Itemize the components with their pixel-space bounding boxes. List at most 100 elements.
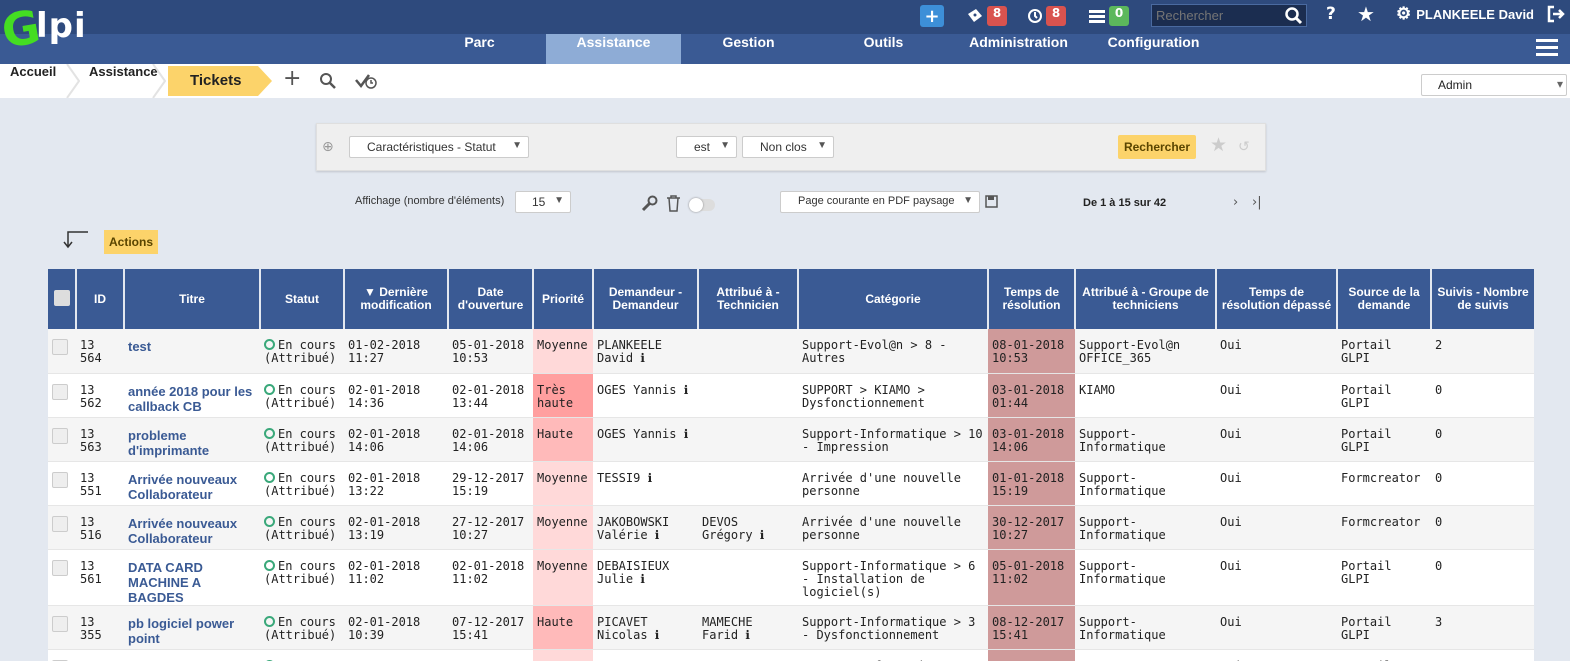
ticket-title-link[interactable]: pb logiciel power point: [124, 605, 260, 650]
row-checkbox-cell[interactable]: [48, 605, 76, 650]
row-checkbox[interactable]: [52, 559, 68, 576]
row-checkbox-cell[interactable]: [48, 549, 76, 606]
breadcrumb-assistance[interactable]: Assistance: [89, 64, 158, 96]
actions-button[interactable]: Actions: [104, 230, 158, 254]
row-checkbox-cell[interactable]: [48, 505, 76, 550]
header-opening-date[interactable]: Date d'ouverture: [447, 269, 533, 329]
table-row[interactable]: 13 563 probleme d'imprimante En cours (Att…: [48, 417, 1534, 462]
save-icon[interactable]: [985, 195, 998, 208]
star-icon[interactable]: ★: [1210, 134, 1227, 156]
technician[interactable]: MAMECHE Farid ℹ: [698, 605, 798, 650]
export-select[interactable]: Page courante en PDF paysage ▼: [780, 191, 980, 213]
table-row[interactable]: 13 307CâbleEn cours02-01-201804-12-2017M…: [48, 649, 1534, 661]
add-ticket-icon[interactable]: +: [283, 66, 301, 91]
search-button[interactable]: Rechercher: [1118, 135, 1196, 159]
validation-icon[interactable]: [355, 72, 379, 90]
technician[interactable]: [698, 373, 798, 418]
user-menu[interactable]: ⚙ PLANKEELE David: [1396, 4, 1534, 24]
reset-icon[interactable]: ↺: [1238, 139, 1250, 155]
row-checkbox[interactable]: [52, 427, 68, 444]
row-checkbox-cell[interactable]: [48, 373, 76, 418]
requester[interactable]: DEBAISIEUX Julie ℹ: [593, 549, 698, 606]
row-checkbox[interactable]: [52, 615, 68, 632]
technician[interactable]: [698, 549, 798, 606]
row-checkbox[interactable]: [52, 515, 68, 532]
requester[interactable]: OGES Yannis ℹ: [593, 417, 698, 462]
header-category[interactable]: Catégorie: [797, 269, 988, 329]
table-row[interactable]: 13 564 test En cours (Attribué) 01-02-2018 …: [48, 329, 1534, 374]
table-row[interactable]: 13 355 pb logiciel power point En cours (A…: [48, 605, 1534, 650]
last-page-icon[interactable]: ›|: [1252, 195, 1262, 210]
requester[interactable]: PICAVET Nicolas ℹ: [593, 605, 698, 650]
technician[interactable]: MAMECHE: [698, 649, 798, 661]
next-page-icon[interactable]: ›: [1233, 195, 1238, 210]
header-requester[interactable]: Demandeur - Demandeur: [592, 269, 698, 329]
search-operator-select[interactable]: est ▼: [676, 136, 737, 158]
header-technician[interactable]: Attribué à - Technicien: [697, 269, 798, 329]
nav-assistance[interactable]: Assistance: [546, 34, 681, 64]
row-checkbox-cell[interactable]: [48, 649, 76, 661]
ticket-title-link[interactable]: test: [124, 329, 260, 374]
nav-gestion[interactable]: Gestion: [681, 34, 816, 64]
ticket-title-link[interactable]: Arrivée nouveaux Collaborateur: [124, 505, 260, 550]
technician[interactable]: [698, 461, 798, 506]
toggle-switch[interactable]: [689, 198, 715, 212]
tickets-shortcut[interactable]: 8: [966, 5, 1007, 27]
requester[interactable]: JAKOBOWSKI Valérie ℹ: [593, 505, 698, 550]
requester[interactable]: PLANKEELE David ℹ: [593, 329, 698, 374]
search-field-select[interactable]: Caractéristiques - Statut ▼: [349, 136, 529, 158]
table-row[interactable]: 13 516 Arrivée nouveaux Collaborateur En c…: [48, 505, 1534, 550]
row-checkbox[interactable]: [52, 471, 68, 488]
technician[interactable]: [698, 417, 798, 462]
search-icon[interactable]: [1284, 6, 1304, 26]
wrench-icon[interactable]: [641, 195, 658, 212]
search-value-select[interactable]: Non clos ▼: [742, 136, 834, 158]
header-followups[interactable]: Suivis - Nombre de suivis: [1430, 269, 1534, 329]
header-title[interactable]: Titre: [123, 269, 260, 329]
menu-icon[interactable]: [1536, 39, 1558, 59]
table-row[interactable]: 13 562 année 2018 pour les callback CB En …: [48, 373, 1534, 418]
logout-icon[interactable]: [1547, 5, 1565, 23]
technician[interactable]: DEVOS Grégory ℹ: [698, 505, 798, 550]
ticket-title-link[interactable]: probleme d'imprimante: [124, 417, 260, 462]
ticket-title-link[interactable]: DATA CARD MACHINE A BAGDES: [124, 549, 260, 606]
breadcrumb-home[interactable]: Accueil: [10, 64, 56, 96]
row-checkbox-cell[interactable]: [48, 461, 76, 506]
requester[interactable]: WULVERYCK: [593, 649, 698, 661]
header-status[interactable]: Statut: [259, 269, 344, 329]
row-checkbox[interactable]: [52, 339, 68, 355]
table-row[interactable]: 13 551 Arrivée nouveaux Collaborateur En c…: [48, 461, 1534, 506]
header-id[interactable]: ID: [75, 269, 124, 329]
glpi-logo[interactable]: G lpi: [0, 0, 102, 59]
requester[interactable]: OGES Yannis ℹ: [593, 373, 698, 418]
header-priority[interactable]: Priorité: [532, 269, 593, 329]
header-select-all[interactable]: [48, 269, 76, 329]
header-last-modified[interactable]: ▼ Dernière modification: [343, 269, 448, 329]
header-resolution-overdue[interactable]: Temps de résolution dépassé: [1215, 269, 1337, 329]
star-icon[interactable]: ★: [1357, 2, 1375, 26]
header-source[interactable]: Source de la demande: [1336, 269, 1431, 329]
header-resolution-time[interactable]: Temps de résolution: [987, 269, 1075, 329]
add-icon[interactable]: +: [920, 5, 944, 27]
nav-outils[interactable]: Outils: [816, 34, 951, 64]
profile-select[interactable]: Admin: [1421, 74, 1567, 96]
search-icon[interactable]: [319, 72, 337, 90]
header-tech-group[interactable]: Attribué à - Groupe de techniciens: [1074, 269, 1216, 329]
requester[interactable]: TESSI9 ℹ: [593, 461, 698, 506]
lists-shortcut[interactable]: 0: [1088, 5, 1129, 27]
row-checkbox-cell[interactable]: [48, 329, 76, 374]
ticket-title-link[interactable]: année 2018 pour les callback CB: [124, 373, 260, 418]
technician[interactable]: [698, 329, 798, 374]
ticket-title-link[interactable]: Câble: [124, 649, 260, 661]
select-all-checkbox[interactable]: [53, 289, 70, 306]
table-row[interactable]: 13 561 DATA CARD MACHINE A BAGDES En cours…: [48, 549, 1534, 606]
page-size-select[interactable]: 15 ▼: [515, 191, 571, 213]
row-checkbox[interactable]: [52, 383, 68, 400]
planning-shortcut[interactable]: 8: [1027, 5, 1066, 27]
breadcrumb-tickets[interactable]: Tickets: [168, 66, 272, 96]
help-icon[interactable]: ?: [1326, 4, 1336, 24]
add-criteria-icon[interactable]: ⊕: [322, 139, 334, 155]
nav-administration[interactable]: Administration: [951, 34, 1086, 64]
nav-configuration[interactable]: Configuration: [1086, 34, 1221, 64]
trash-icon[interactable]: [666, 195, 681, 212]
